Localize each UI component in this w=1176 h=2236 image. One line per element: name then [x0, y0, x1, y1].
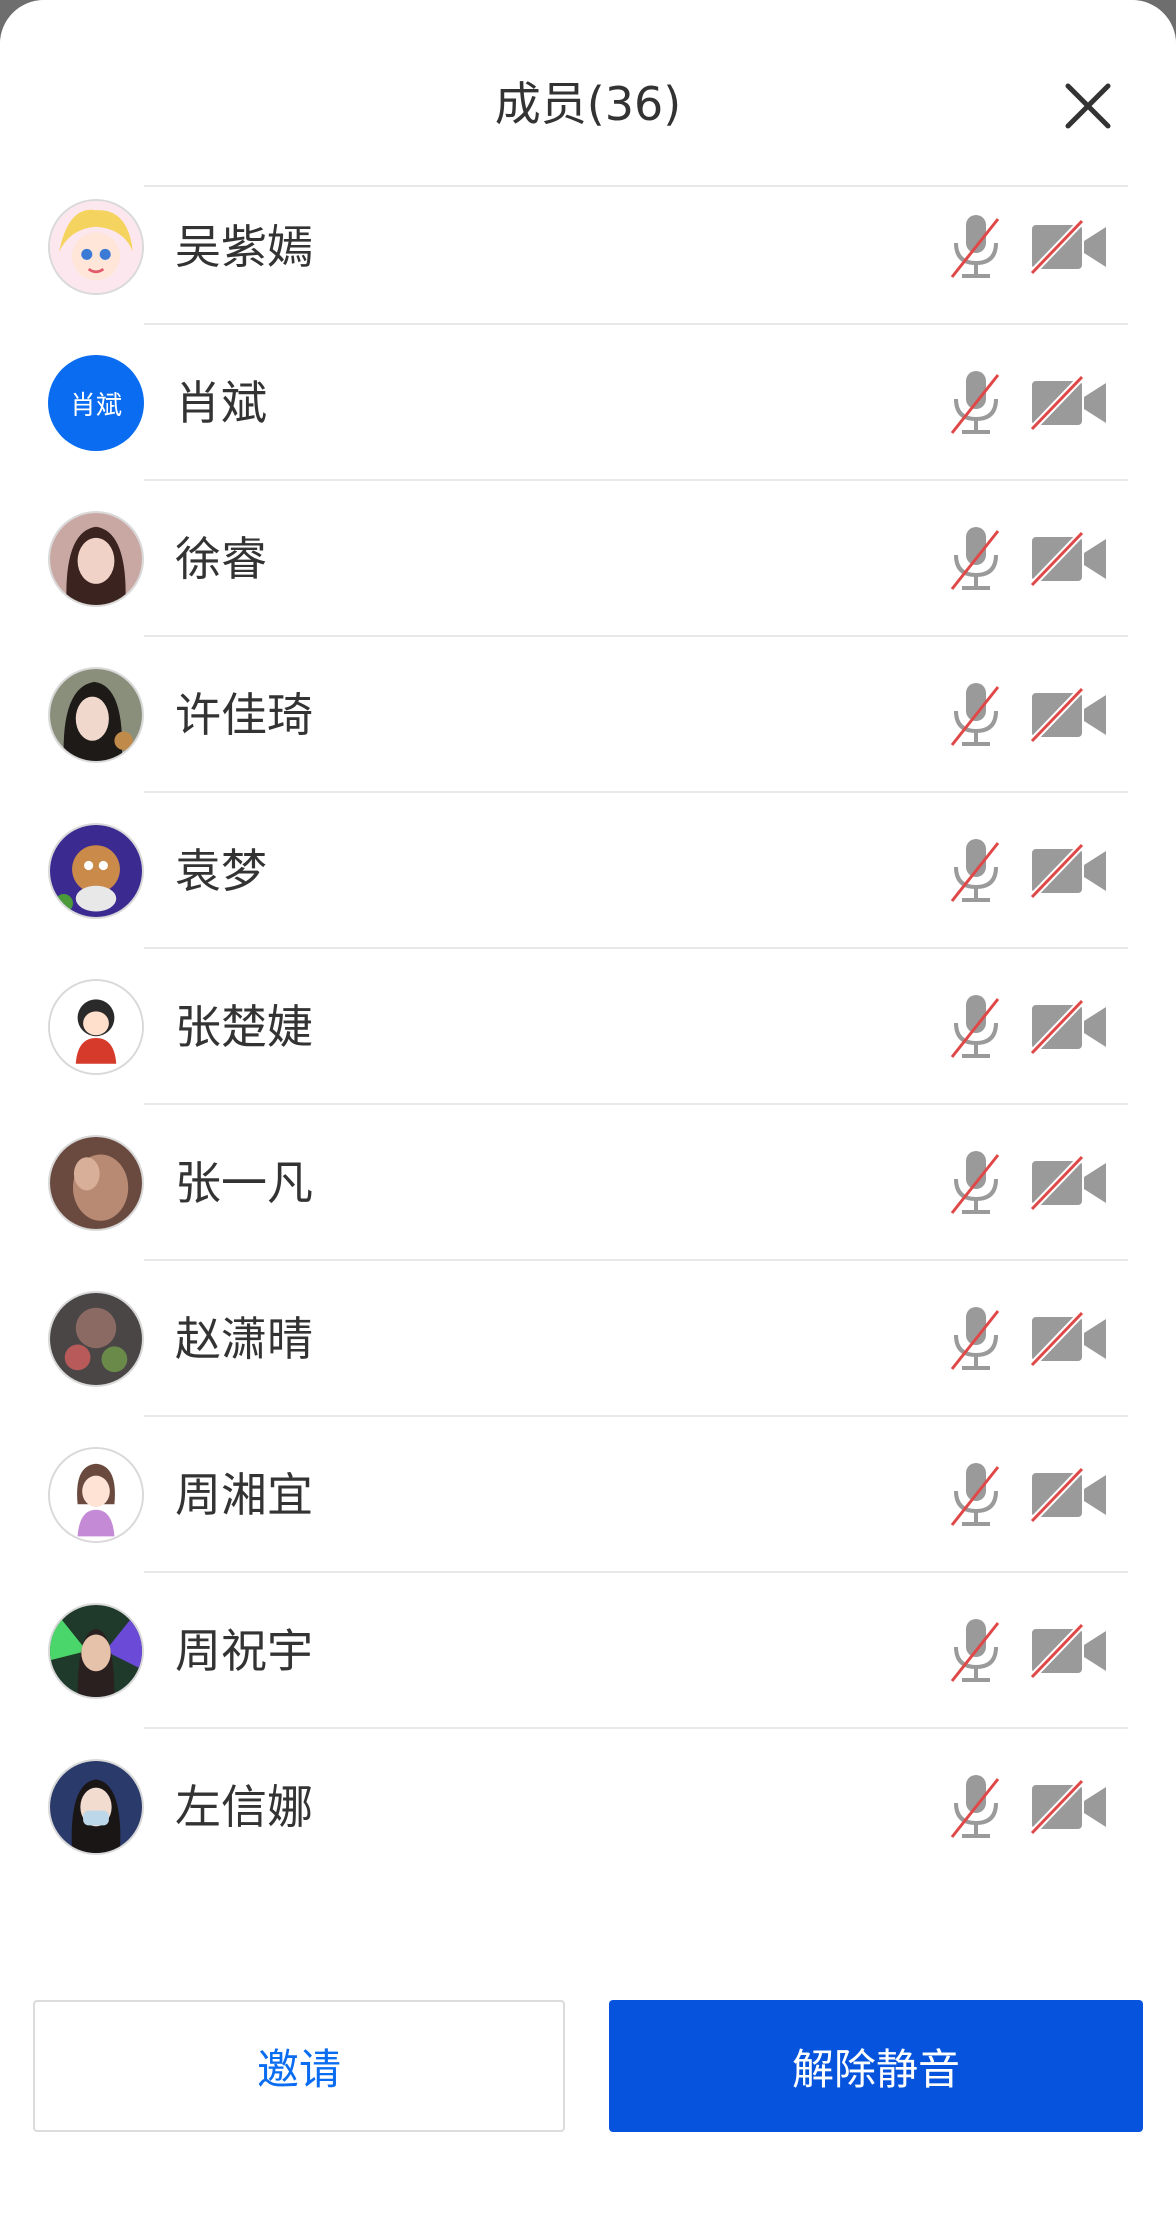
camera-off-icon[interactable] — [1030, 219, 1110, 275]
mic-muted-icon[interactable] — [948, 369, 1004, 437]
member-avatar — [48, 1603, 144, 1699]
member-name: 左信娜 — [175, 1780, 313, 1834]
member-name: 周湘宜 — [175, 1468, 313, 1522]
member-row[interactable]: 吴紫嫣 — [0, 169, 1176, 325]
camera-off-icon[interactable] — [1030, 1623, 1110, 1679]
member-avatar — [48, 511, 144, 607]
member-name: 肖斌 — [175, 376, 267, 430]
mic-muted-icon[interactable] — [948, 837, 1004, 905]
mic-muted-icon[interactable] — [948, 993, 1004, 1061]
member-row[interactable]: 肖斌 肖斌 — [0, 325, 1176, 481]
camera-off-icon[interactable] — [1030, 375, 1110, 431]
member-row[interactable]: 周祝宇 — [0, 1573, 1176, 1729]
camera-off-icon[interactable] — [1030, 687, 1110, 743]
member-row[interactable]: 张楚婕 — [0, 949, 1176, 1105]
member-name: 张一凡 — [175, 1156, 313, 1210]
initials-avatar: 肖斌 — [48, 355, 144, 451]
member-row[interactable]: 袁梦 — [0, 793, 1176, 949]
camera-off-icon[interactable] — [1030, 1779, 1110, 1835]
member-row[interactable]: 张一凡 — [0, 1105, 1176, 1261]
unmute-all-button[interactable]: 解除静音 — [609, 2000, 1143, 2132]
member-avatar — [48, 1447, 144, 1543]
camera-off-icon[interactable] — [1030, 531, 1110, 587]
mic-muted-icon[interactable] — [948, 681, 1004, 749]
invite-button[interactable]: 邀请 — [33, 2000, 565, 2132]
members-sheet: 吴紫嫣 肖斌 肖斌 徐睿 许佳琦 袁梦 张楚婕 张一凡 赵潇晴 周湘宜 周祝宇 … — [0, 0, 1176, 2236]
member-name: 袁梦 — [175, 844, 267, 898]
sheet-header: 成员(36) — [0, 0, 1176, 160]
member-name: 周祝宇 — [175, 1624, 313, 1678]
member-avatar — [48, 667, 144, 763]
member-name: 徐睿 — [175, 532, 267, 586]
close-icon[interactable] — [1060, 78, 1116, 134]
camera-off-icon[interactable] — [1030, 1155, 1110, 1211]
member-avatar — [48, 823, 144, 919]
member-name: 赵潇晴 — [175, 1312, 313, 1366]
member-row[interactable]: 赵潇晴 — [0, 1261, 1176, 1417]
camera-off-icon[interactable] — [1030, 1467, 1110, 1523]
member-name: 许佳琦 — [175, 688, 313, 742]
member-row[interactable]: 徐睿 — [0, 481, 1176, 637]
camera-off-icon[interactable] — [1030, 1311, 1110, 1367]
mic-muted-icon[interactable] — [948, 213, 1004, 281]
page-title: 成员(36) — [494, 77, 682, 131]
member-avatar — [48, 199, 144, 295]
camera-off-icon[interactable] — [1030, 843, 1110, 899]
member-name: 吴紫嫣 — [175, 220, 313, 274]
camera-off-icon[interactable] — [1030, 999, 1110, 1055]
member-avatar — [48, 1759, 144, 1855]
mic-muted-icon[interactable] — [948, 525, 1004, 593]
mic-muted-icon[interactable] — [948, 1773, 1004, 1841]
action-bar: 邀请 解除静音 — [0, 1960, 1176, 2236]
member-avatar — [48, 979, 144, 1075]
mic-muted-icon[interactable] — [948, 1149, 1004, 1217]
mic-muted-icon[interactable] — [948, 1617, 1004, 1685]
member-name: 张楚婕 — [175, 1000, 313, 1054]
member-avatar — [48, 1291, 144, 1387]
member-row[interactable]: 周湘宜 — [0, 1417, 1176, 1573]
member-avatar — [48, 1135, 144, 1231]
mic-muted-icon[interactable] — [948, 1305, 1004, 1373]
mic-muted-icon[interactable] — [948, 1461, 1004, 1529]
member-row[interactable]: 左信娜 — [0, 1729, 1176, 1885]
member-row[interactable]: 许佳琦 — [0, 637, 1176, 793]
member-list[interactable]: 吴紫嫣 肖斌 肖斌 徐睿 许佳琦 袁梦 张楚婕 张一凡 赵潇晴 周湘宜 周祝宇 … — [0, 0, 1176, 1960]
